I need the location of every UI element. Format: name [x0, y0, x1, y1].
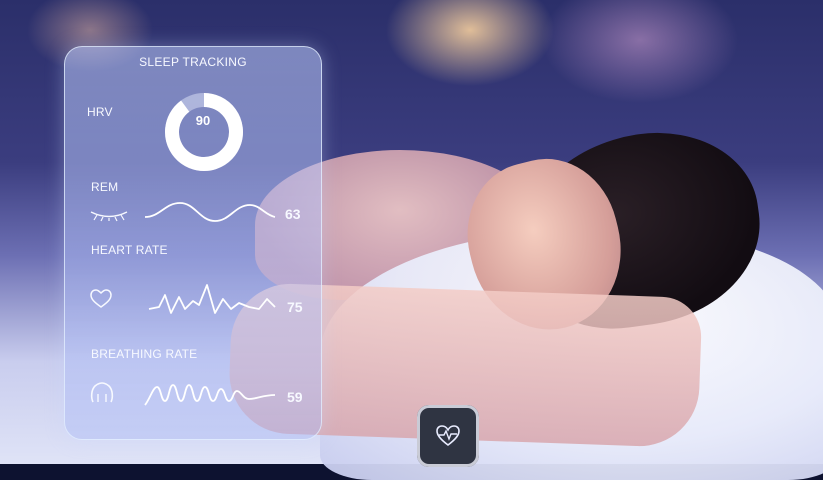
- lungs-icon: [90, 382, 114, 403]
- heart-rate-value: 75: [287, 299, 303, 315]
- closed-eye-icon: [90, 211, 128, 222]
- heart-rate-label: HEART RATE: [91, 243, 168, 257]
- breathing-rate-value: 59: [287, 389, 303, 405]
- breathing-rate-label: BREATHING RATE: [91, 347, 198, 361]
- rem-wave: [144, 202, 276, 222]
- heart-icon: [90, 289, 112, 308]
- hrv-label: HRV: [87, 105, 113, 119]
- hrv-value: 90: [195, 113, 211, 128]
- heart-pulse-icon: [436, 425, 460, 447]
- panel-title: SLEEP TRACKING: [139, 55, 247, 69]
- heart-rate-wave: [148, 284, 276, 314]
- sleep-tracking-panel: SLEEP TRACKING HRV 90 REM 63 HEART RATE …: [64, 46, 322, 440]
- hrv-donut-chart: [165, 93, 243, 171]
- breathing-wave: [144, 384, 276, 406]
- rem-label: REM: [91, 180, 119, 194]
- smartwatch: [417, 405, 479, 467]
- rem-value: 63: [285, 206, 301, 222]
- hrv-donut-arc: [165, 93, 243, 171]
